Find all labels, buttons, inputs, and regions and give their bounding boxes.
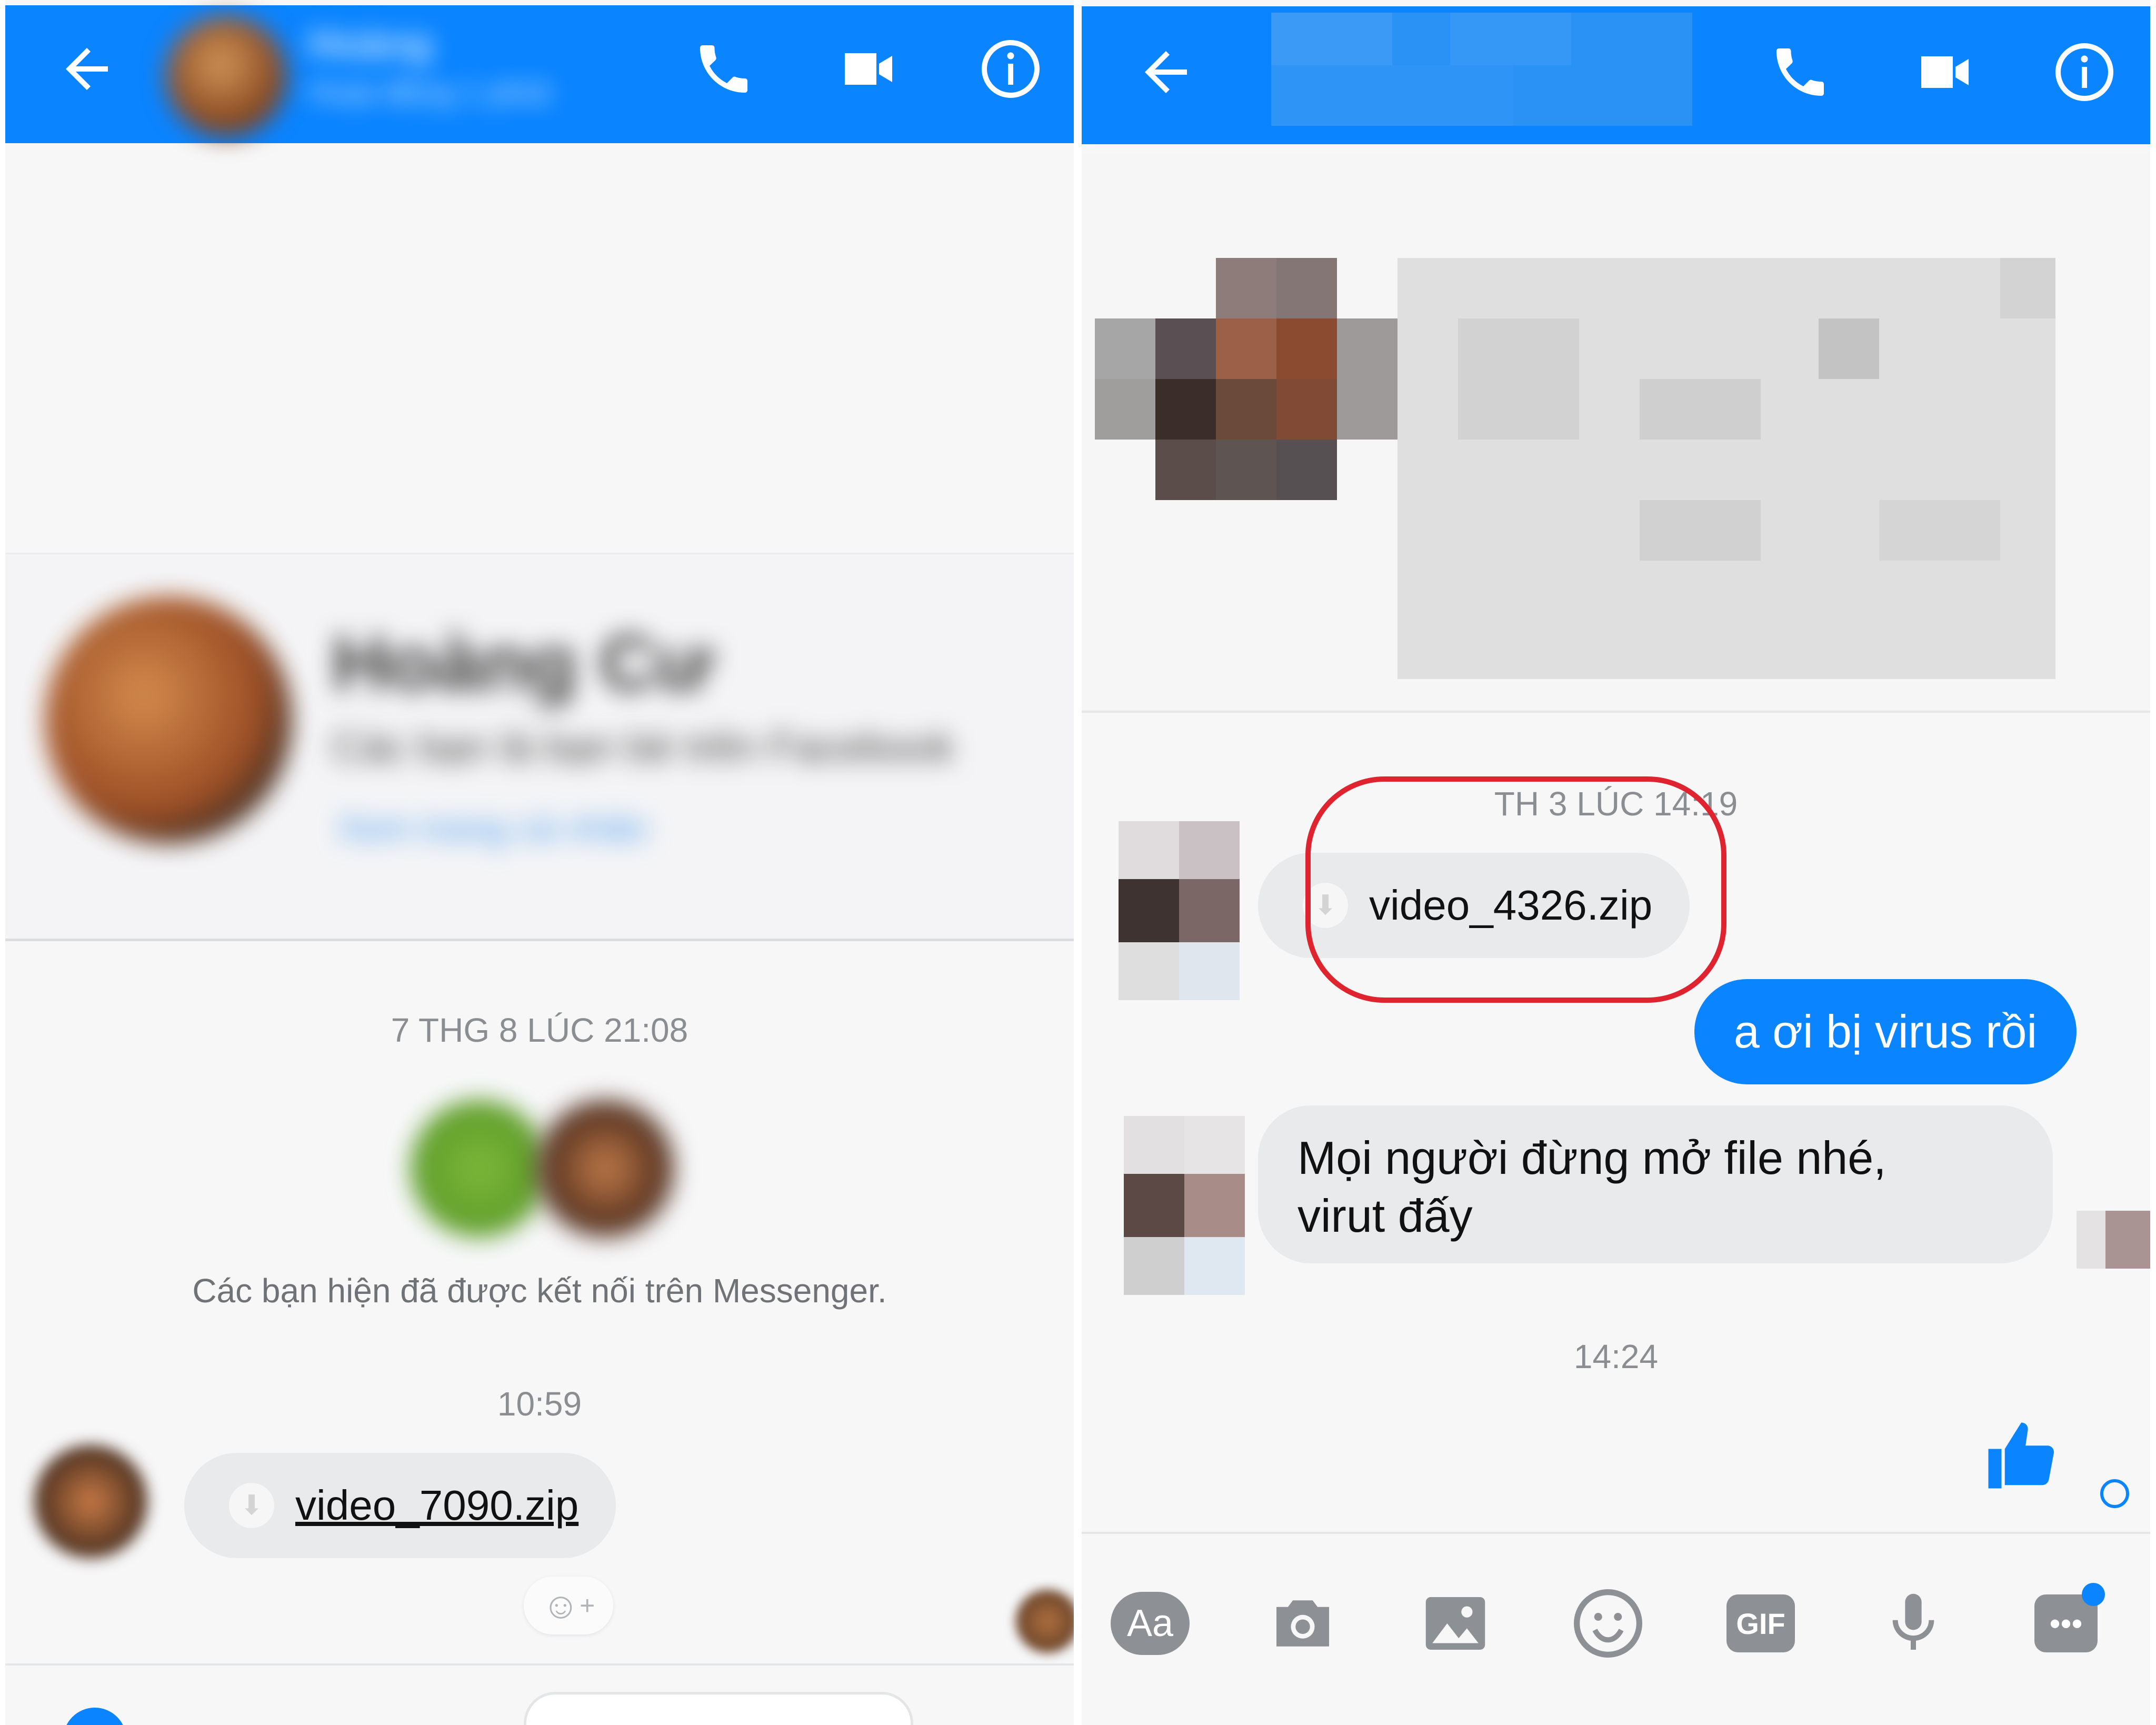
gif-icon[interactable]: GIF [1721,1584,1800,1663]
pixel-block [1216,379,1276,440]
pixel-block [1879,500,2000,561]
video-call-icon[interactable] [834,35,903,103]
back-arrow-icon[interactable] [1132,38,1200,106]
text-input-aa-icon[interactable]: Aa [1111,1584,1190,1663]
timestamp: 10:59 [497,1385,582,1423]
left-screenshot-panel: Hoàng Hoạt động 1 phút Hoàng Cư Các bạn … [5,0,1074,1725]
file-name[interactable]: video_7090.zip [295,1481,578,1530]
pixel-block [1337,318,1398,440]
contact-name[interactable]: Hoàng [308,21,432,67]
message-text-line: virut đấy [1297,1190,1473,1242]
pixel-block [2000,258,2055,318]
pixel-block [1095,318,1155,379]
conversation-header: Hoàng Hoạt động 1 phút [5,5,1074,143]
info-icon[interactable] [2050,38,2119,106]
pixel-block [1276,379,1337,440]
message-text: a ơi bị virus rồi [1733,1005,2037,1058]
info-icon[interactable] [976,35,1045,103]
seen-avatar [1016,1590,1074,1653]
right-screenshot-panel: TH 3 LÚC 14:19 ⬇ video_4326.zip a ơi bị … [1082,0,2150,1725]
more-options-icon[interactable] [63,1708,126,1725]
composer-bar [5,1663,1074,1725]
pixel-block [1216,258,1276,318]
sent-status-icon [2100,1479,2129,1508]
pixel-block [1450,13,1571,65]
timestamp: 14:24 [1573,1338,1659,1375]
pixel-block [1095,379,1155,440]
pixel-block [1271,13,1392,65]
pixel-block [1458,318,1579,440]
image-gallery-icon[interactable] [1416,1584,1495,1663]
download-icon[interactable]: ⬇ [229,1483,274,1528]
profile-card: Hoàng Cư Các bạn là bạn bè trên Facebook… [5,553,1074,941]
pixel-block [1640,379,1761,440]
contact-status: Hoạt động 1 phút [308,74,551,109]
pixel-block [1276,440,1337,500]
phone-call-icon[interactable] [690,35,758,103]
file-attachment-bubble[interactable]: ⬇ video_7090.zip [184,1453,616,1558]
pixel-block [1155,318,1216,379]
pixel-block [1271,65,1513,126]
connected-notice: Các bạn hiện đã được kết nối trên Messen… [192,1272,887,1310]
pixel-block [1155,379,1216,440]
contact-avatar[interactable] [166,16,287,137]
pixel-block [1216,318,1276,379]
sender-avatar[interactable] [34,1445,147,1558]
pixel-block [1155,440,1216,500]
pixel-block [2105,1211,2150,1269]
notification-dot [2082,1583,2105,1606]
composer-bar: Aa GIF ••• [1082,1532,2150,1725]
pixel-block [1276,258,1337,318]
profile-avatar[interactable] [45,596,292,844]
view-profile-link[interactable]: Xem trang cá nhân [337,807,648,849]
conversation-header [1082,6,2150,144]
video-call-icon[interactable] [1911,38,1979,106]
sender-avatar-censored[interactable] [1124,1116,1245,1295]
pixel-block [1276,318,1337,379]
pixel-block [1640,500,1761,561]
profile-card-censored [1082,153,2150,713]
thumbs-up-icon[interactable] [1982,1416,2061,1495]
message-input[interactable] [524,1692,913,1725]
red-highlight-circle [1305,776,1726,1003]
phone-call-icon[interactable] [1766,38,1834,106]
pixel-block [1819,318,1879,379]
profile-name: Hoàng Cư [332,619,714,707]
add-reaction-icon[interactable]: ☺ + [524,1577,613,1634]
incoming-message-bubble[interactable]: Mọi người đừng mở file nhé, virut đấy [1258,1105,2053,1263]
camera-icon[interactable] [1263,1584,1342,1663]
timestamp: 7 THG 8 LÚC 21:08 [391,1011,688,1049]
microphone-icon[interactable] [1874,1584,1953,1663]
connected-avatar-1 [411,1100,547,1237]
profile-subtitle: Các bạn là bạn bè trên Facebook [332,723,955,770]
pixel-block [1216,440,1276,500]
back-arrow-icon[interactable] [53,35,121,103]
outgoing-message-bubble[interactable]: a ơi bị virus rồi [1694,979,2077,1084]
more-options-icon[interactable]: ••• [2027,1583,2105,1663]
connected-avatar-2 [537,1100,674,1237]
message-text-line: Mọi người đừng mở file nhé, [1297,1132,1886,1184]
sender-avatar-censored[interactable] [1119,821,1240,1000]
panel-separator [1074,0,1082,1725]
emoji-icon[interactable] [1569,1584,1648,1663]
